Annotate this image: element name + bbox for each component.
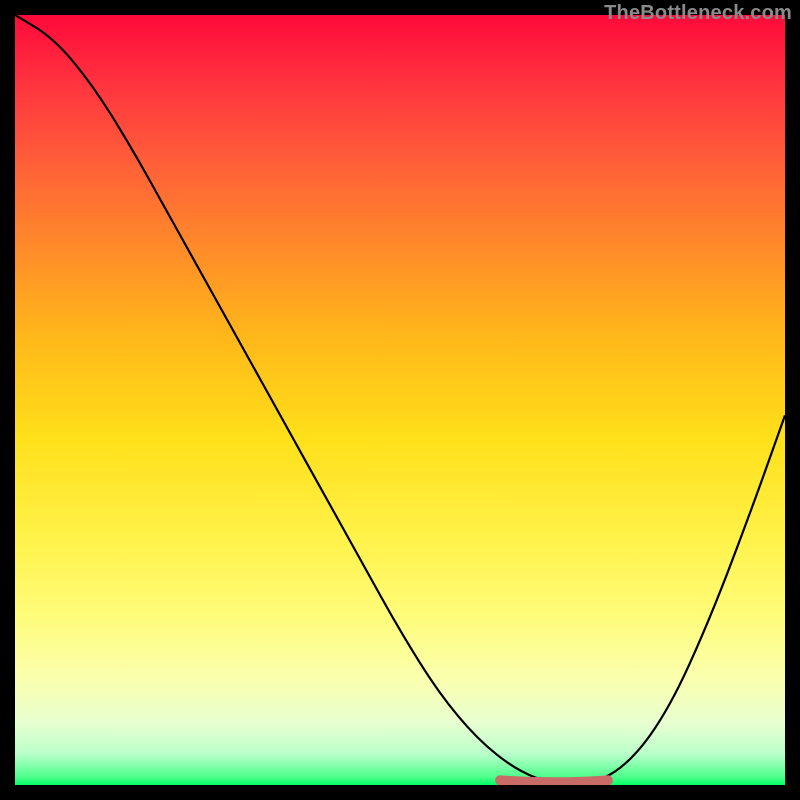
chart-plot-area — [15, 15, 785, 785]
chart-frame: TheBottleneck.com — [0, 0, 800, 800]
bottleneck-curve — [15, 15, 785, 785]
